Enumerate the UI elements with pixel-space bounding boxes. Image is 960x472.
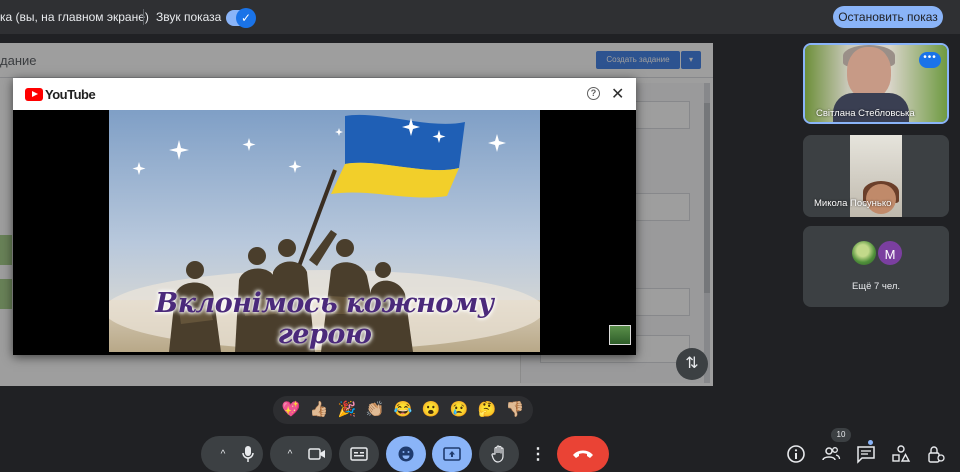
video-corner-thumbnail	[609, 325, 631, 345]
thumbs-down-reaction-button[interactable]: 👎🏼	[503, 398, 527, 422]
close-icon[interactable]: ✕	[611, 84, 624, 104]
presenting-status-text: ка (вы, на главном экране)	[0, 10, 149, 24]
sad-reaction-button[interactable]: 😢	[447, 398, 471, 422]
thinking-reaction-button[interactable]: 🤔	[475, 398, 499, 422]
youtube-brand-text: YouTube	[45, 87, 96, 102]
heart-reaction-button[interactable]: 💖	[279, 398, 303, 422]
surprised-reaction-button[interactable]: 😮	[419, 398, 443, 422]
avatar	[850, 239, 878, 267]
help-icon[interactable]: ?	[587, 87, 600, 100]
party-reaction-button[interactable]: 🎉	[335, 398, 359, 422]
chat-icon[interactable]	[856, 444, 876, 464]
people-icon[interactable]	[821, 444, 841, 464]
audio-settings-button[interactable]: ^	[209, 449, 237, 460]
clap-reaction-button[interactable]: 👏🏼	[363, 398, 387, 422]
participant-face	[847, 47, 891, 99]
youtube-play-icon	[25, 88, 43, 101]
microphone-control: ^	[201, 436, 263, 472]
hang-up-icon	[573, 450, 593, 458]
present-screen-button[interactable]	[432, 436, 472, 472]
laugh-reaction-button[interactable]: 😂	[391, 398, 415, 422]
video-player[interactable]: Вклонімось кожному герою	[109, 110, 540, 352]
participant-name: Микола Посунько	[814, 198, 892, 209]
youtube-popup: YouTube ? ✕ Вклонімось кожному герою	[13, 78, 636, 355]
presentation-sound-toggle[interactable]: ✓	[226, 8, 256, 28]
participant-name: Світлана Стебловська	[816, 108, 915, 119]
youtube-logo: YouTube	[25, 87, 96, 102]
check-icon: ✓	[236, 8, 256, 28]
stop-presenting-button[interactable]: Остановить показ	[833, 6, 943, 28]
end-call-button[interactable]	[557, 436, 609, 472]
video-caption: Вклонімось кожному герою	[155, 288, 494, 350]
participant-tile[interactable]: Микола Посунько	[803, 135, 949, 217]
topbar-divider	[143, 9, 144, 25]
raise-hand-button[interactable]	[479, 436, 519, 472]
activities-icon[interactable]	[891, 444, 911, 464]
microphone-icon[interactable]	[241, 445, 255, 463]
youtube-popup-header: YouTube ? ✕	[13, 78, 636, 110]
camera-icon[interactable]	[308, 447, 326, 461]
video-settings-button[interactable]: ^	[276, 449, 304, 460]
camera-control: ^	[270, 436, 332, 472]
reactions-button[interactable]	[386, 436, 426, 472]
info-icon[interactable]	[786, 444, 806, 464]
thumbs-up-reaction-button[interactable]: 👍🏼	[307, 398, 331, 422]
host-controls-icon[interactable]	[926, 444, 946, 464]
more-vert-icon: ⋮	[530, 446, 546, 463]
presentation-sound-label: Звук показа	[156, 10, 222, 24]
participant-count-badge: 10	[831, 428, 851, 442]
present-icon	[443, 447, 461, 461]
reactions-bar: 💖 👍🏼 🎉 👏🏼 😂 😮 😢 🤔 👎🏼	[273, 396, 533, 424]
more-participants-label: Ещё 7 чел.	[851, 281, 901, 292]
more-participants-tile[interactable]: M Ещё 7 чел.	[803, 226, 949, 307]
hand-icon	[491, 445, 504, 463]
avatar: M	[876, 239, 904, 267]
emoji-icon	[398, 446, 414, 462]
participant-more-options-button[interactable]: •••	[919, 52, 941, 68]
swap-layout-button[interactable]: ⇅	[676, 348, 708, 380]
captions-button[interactable]	[339, 436, 379, 472]
captions-icon	[350, 447, 368, 461]
presenting-bar: ка (вы, на главном экране) Звук показа ✓…	[0, 0, 960, 34]
more-options-button[interactable]: ⋮	[525, 436, 551, 472]
